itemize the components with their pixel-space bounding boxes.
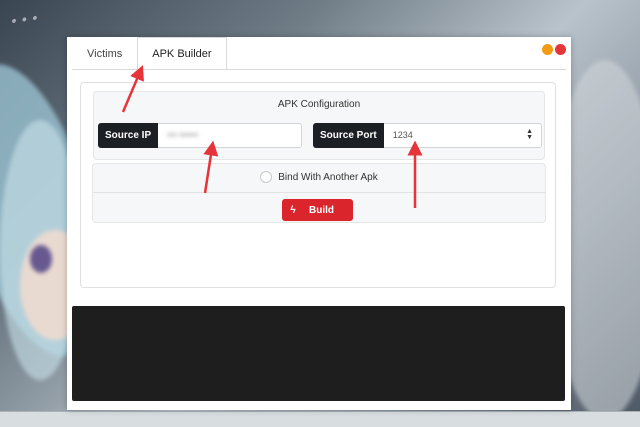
- bind-options-box: Bind With Another Apk ϟ Build: [92, 163, 546, 223]
- source-port-group: Source Port 1234 ▲ ▼: [313, 123, 542, 148]
- output-console: [72, 306, 565, 401]
- builder-panel: APK Configuration Source IP ••• •••••• S…: [80, 82, 556, 288]
- app-window: Victims APK Builder APK Configuration So…: [67, 37, 571, 410]
- build-button[interactable]: ϟ Build: [282, 199, 353, 221]
- background-text: ...: [5, 0, 42, 32]
- source-port-input[interactable]: 1234 ▲ ▼: [383, 123, 542, 148]
- source-ip-input[interactable]: ••• ••••••: [158, 123, 302, 148]
- bind-apk-option[interactable]: Bind With Another Apk: [93, 171, 545, 183]
- spinner-icon[interactable]: ▲ ▼: [526, 128, 533, 141]
- apk-configuration-title: APK Configuration: [277, 99, 361, 110]
- source-ip-label: Source IP: [98, 123, 159, 148]
- tab-divider: [72, 69, 566, 70]
- source-ip-value: ••• ••••••: [167, 130, 198, 140]
- tab-victims[interactable]: Victims: [72, 37, 137, 69]
- bind-apk-checkbox[interactable]: [260, 171, 273, 183]
- source-port-value: 1234: [392, 130, 413, 140]
- build-button-label: Build: [309, 204, 334, 216]
- close-icon[interactable]: [555, 44, 566, 55]
- bind-apk-label: Bind With Another Apk: [278, 171, 378, 183]
- tab-apk-builder[interactable]: APK Builder: [137, 37, 227, 69]
- background-decoration: [30, 245, 52, 273]
- window-controls: [542, 44, 566, 55]
- minimize-icon[interactable]: [542, 44, 553, 55]
- taskbar-strip: [0, 411, 640, 427]
- apk-configuration-box: APK Configuration Source IP ••• •••••• S…: [93, 91, 545, 160]
- divider: [93, 192, 545, 193]
- tab-bar: Victims APK Builder: [72, 37, 227, 69]
- source-port-label: Source Port: [313, 123, 384, 148]
- bolt-icon: ϟ: [290, 204, 296, 216]
- source-ip-group: Source IP ••• ••••••: [98, 123, 302, 148]
